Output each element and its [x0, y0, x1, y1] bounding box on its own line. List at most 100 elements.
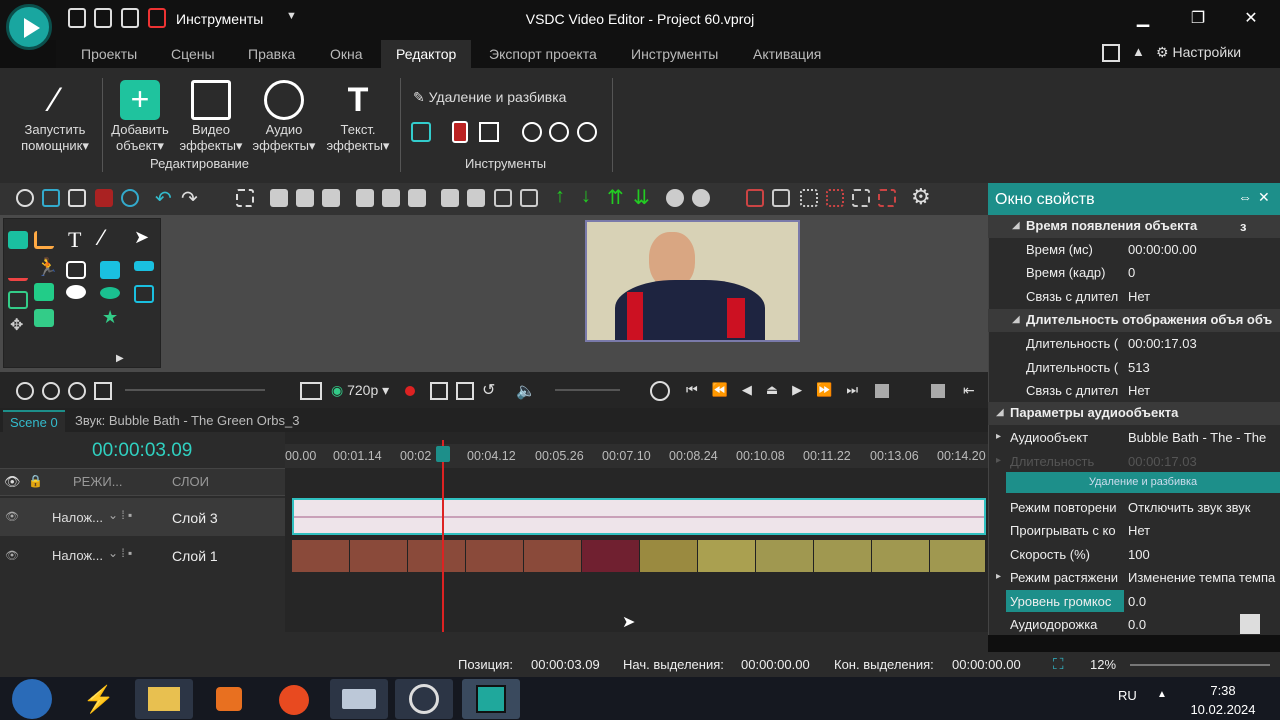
prop-value[interactable]: Нет	[1128, 289, 1278, 304]
zoom-100-icon[interactable]	[68, 382, 86, 400]
tab-sound-object[interactable]: Звук: Bubble Bath - The Green Orbs_3	[75, 413, 299, 428]
speed-icon[interactable]	[577, 122, 597, 142]
prop-value[interactable]: 0	[1128, 265, 1278, 280]
align-middle-icon[interactable]	[382, 189, 400, 207]
timeline-scrollbar[interactable]	[0, 632, 988, 652]
layer1-eye-icon[interactable]: 👁	[5, 549, 19, 562]
redo-icon[interactable]: ↷	[181, 186, 198, 211]
prop-link-duration[interactable]: Связь с длител Нет	[988, 285, 1280, 308]
prop-section-time[interactable]: ◢ Время появления объекта з	[988, 215, 1280, 238]
tab-editor[interactable]: Редактор	[381, 40, 472, 68]
volume-icon[interactable]: 🔈	[516, 381, 536, 401]
prop-duration-frames[interactable]: Длительность (513	[988, 356, 1280, 379]
tab-activation[interactable]: Активация	[753, 46, 821, 62]
tab-tools[interactable]: Инструменты	[631, 46, 718, 62]
sprite-tool-icon[interactable]: 🏃	[36, 257, 58, 278]
playback-controls[interactable]: ⏮⏪◀⏏▶⏩⏭	[686, 382, 872, 398]
close-button[interactable]: ✕	[1238, 8, 1264, 30]
prop-link-duration-2[interactable]: Связь с длител Нет	[988, 379, 1280, 402]
zoom-out-icon[interactable]	[42, 382, 60, 400]
distribute-h-icon[interactable]	[441, 189, 459, 207]
view-mode-icons[interactable]	[875, 384, 945, 398]
add-object-button[interactable]: + Добавить объект▾	[102, 80, 178, 154]
move-bottom-icon[interactable]: ⇊	[633, 185, 650, 210]
prop-value[interactable]: Нет	[1128, 383, 1278, 398]
prop-value[interactable]: Нет	[1128, 523, 1278, 538]
align-right-icon[interactable]	[322, 189, 340, 207]
rotate-left-icon[interactable]	[522, 122, 542, 142]
grid-icon[interactable]	[772, 189, 790, 207]
cut-icon[interactable]	[16, 189, 34, 207]
text-tool-icon[interactable]: T	[68, 227, 81, 253]
video-tool-icon[interactable]	[8, 231, 28, 249]
align-left-icon[interactable]	[270, 189, 288, 207]
spectrum-tool-icon[interactable]	[8, 263, 28, 281]
keyboard-app-icon[interactable]	[330, 679, 388, 719]
audio-tool-icon[interactable]	[34, 309, 54, 327]
distribute-v-icon[interactable]	[467, 189, 485, 207]
align-top-icon[interactable]	[356, 189, 374, 207]
prop-value[interactable]: 00:00:17.03	[1128, 336, 1278, 351]
free-shape-tool-icon[interactable]	[134, 261, 154, 271]
prop-value[interactable]: 0.0	[1128, 594, 1278, 609]
delete-icon[interactable]	[95, 189, 113, 207]
vsdc-app-icon[interactable]	[462, 679, 520, 719]
layer1-name[interactable]: Слой 1	[172, 548, 218, 564]
split-icon[interactable]	[452, 121, 468, 143]
tab-windows[interactable]: Окна	[330, 46, 363, 62]
playhead[interactable]	[442, 440, 444, 632]
line-tool-icon[interactable]: ⁄	[100, 225, 104, 251]
callout-tool-icon[interactable]	[66, 285, 86, 299]
prop-time-ms[interactable]: Время (мс) 00:00:00.00	[988, 238, 1280, 261]
start-button[interactable]	[12, 679, 52, 719]
star-tool-icon[interactable]: ★	[102, 307, 118, 328]
tab-scene-0[interactable]: Scene 0	[3, 410, 65, 432]
audio-effects-button[interactable]: Аудио эффекты▾	[246, 80, 322, 154]
undo-icon[interactable]: ↶	[155, 186, 172, 211]
zoom-in-icon[interactable]	[16, 382, 34, 400]
copy-icon[interactable]	[42, 189, 60, 207]
minimize-button[interactable]: ▁	[1130, 8, 1156, 30]
text-box-tool-icon[interactable]	[134, 285, 154, 303]
select-all-icon[interactable]	[236, 189, 254, 207]
track-color-swatch[interactable]	[1240, 614, 1260, 634]
image-tool-icon[interactable]	[34, 283, 54, 301]
guides-icon[interactable]	[852, 189, 870, 207]
preview-mode-icon[interactable]	[300, 382, 322, 400]
prop-stretch-mode[interactable]: ▸ Режим растяжени Изменение темпа темпа	[988, 566, 1280, 589]
ungroup-icon[interactable]	[692, 189, 710, 207]
tab-projects[interactable]: Проекты	[81, 46, 137, 62]
text-effects-button[interactable]: T Текст. эффекты▾	[320, 80, 396, 154]
lock-header-icon[interactable]: 🔒	[28, 474, 43, 488]
rectangle-tool-icon[interactable]	[100, 261, 120, 279]
audio-clip[interactable]	[292, 498, 986, 535]
layer-row-1[interactable]	[0, 537, 285, 575]
prop-volume[interactable]: Уровень громкос 0.0	[988, 590, 1280, 613]
prop-value[interactable]: 100	[1128, 547, 1278, 562]
safe-area-icon[interactable]	[878, 189, 896, 207]
animation-tool-icon[interactable]	[8, 291, 28, 309]
collapse-ribbon-icon[interactable]: ▲	[1132, 44, 1145, 59]
move-down-icon[interactable]: ↓	[581, 185, 591, 208]
prop-audio-object[interactable]: ▸ Аудиообъект Bubble Bath - The - The	[988, 426, 1280, 449]
layer1-blend-mode[interactable]: Налож...	[52, 548, 103, 563]
properties-close-icon[interactable]: ✕	[1258, 189, 1270, 206]
loop-region-icon[interactable]	[456, 382, 474, 400]
prop-duration-ms[interactable]: Длительность (00:00:17.03	[988, 332, 1280, 355]
align-bottom-icon[interactable]	[408, 189, 426, 207]
lightning-app-icon[interactable]: ⚡	[70, 679, 128, 719]
tab-scenes[interactable]: Сцены	[171, 46, 215, 62]
prop-value[interactable]: Изменение темпа темпа	[1128, 570, 1278, 585]
obs-app-icon[interactable]	[395, 679, 453, 719]
layout-icon[interactable]	[1102, 44, 1120, 62]
prop-section-audio[interactable]: ◢ Параметры аудиообъекта	[988, 402, 1280, 425]
prop-audio-track[interactable]: Аудиодорожка 0.0	[988, 613, 1280, 636]
align-center-icon[interactable]	[296, 189, 314, 207]
prop-repeat-mode[interactable]: Режим повторени Отключить звук звук	[988, 496, 1280, 519]
prop-section-duration[interactable]: ◢ Длительность отображения объя объ	[988, 309, 1280, 332]
move-top-icon[interactable]: ⇈	[607, 185, 624, 210]
explorer-app-icon[interactable]	[135, 679, 193, 719]
volume-slider[interactable]	[555, 389, 620, 391]
tab-edit[interactable]: Правка	[248, 46, 295, 62]
prop-time-frame[interactable]: Время (кадр) 0	[988, 261, 1280, 284]
